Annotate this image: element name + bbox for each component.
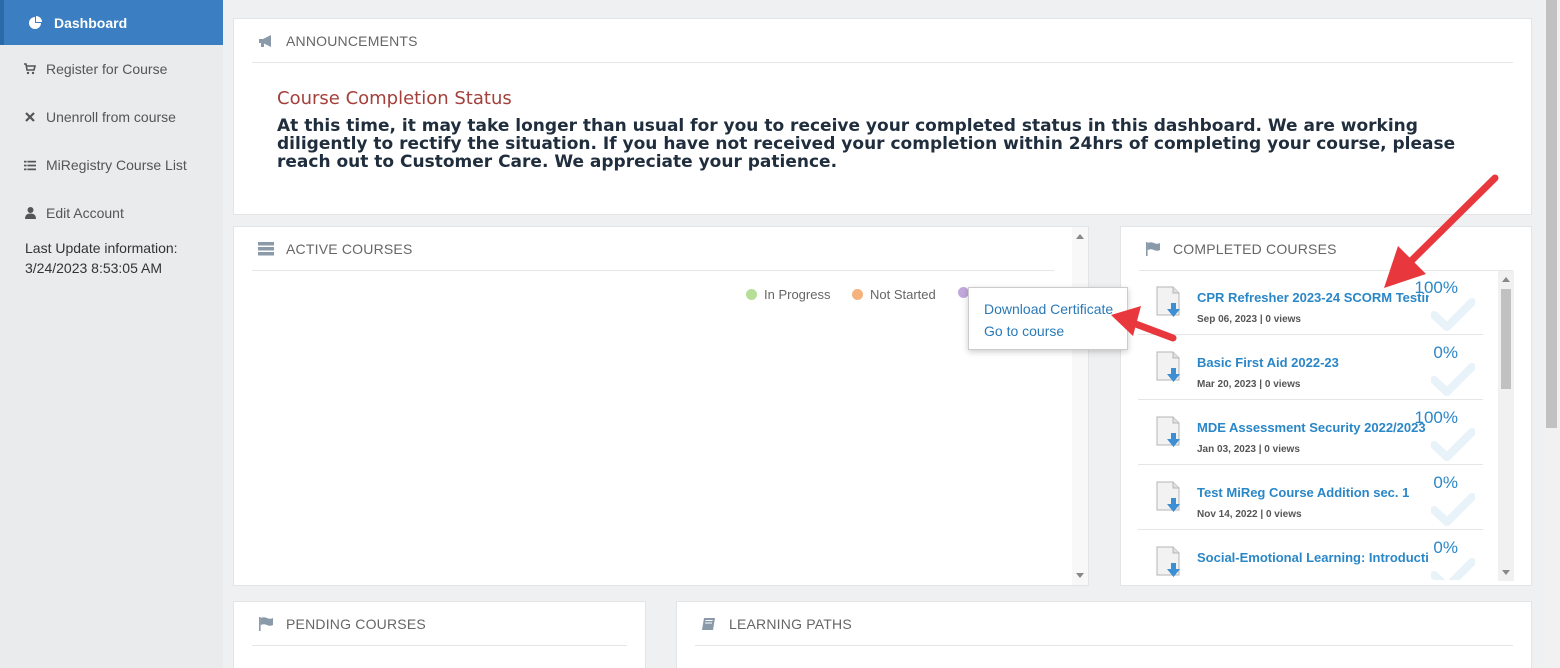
checkmark-icon xyxy=(1430,428,1476,462)
scroll-up-arrow[interactable] xyxy=(1502,277,1510,282)
legend-in-progress: In Progress xyxy=(746,287,830,302)
course-name-link[interactable]: Social-Emotional Learning: Introduction xyxy=(1197,550,1429,565)
close-icon xyxy=(24,111,36,123)
completion-percent: 100% xyxy=(1414,408,1458,427)
legend-label: Not Started xyxy=(870,287,936,302)
completed-course-row[interactable]: Basic First Aid 2022-23 Mar 20, 2023 | 0 … xyxy=(1138,335,1483,400)
legend-label: In Progress xyxy=(764,287,831,302)
last-update-info: Last Update information: 3/24/2023 8:53:… xyxy=(25,238,178,278)
pending-courses-header: PENDING COURSES xyxy=(252,602,627,646)
course-name-link[interactable]: CPR Refresher 2023-24 SCORM Testing xyxy=(1197,290,1429,305)
course-views: 0 views xyxy=(1264,444,1300,455)
document-download-icon xyxy=(1156,546,1182,578)
completion-percent: 0% xyxy=(1433,538,1458,557)
completion-percent: 0% xyxy=(1433,473,1458,492)
course-date: Nov 14, 2022 xyxy=(1197,509,1258,520)
sidebar-item-unenroll[interactable]: Unenroll from course xyxy=(0,106,223,128)
last-update-value: 3/24/2023 8:53:05 AM xyxy=(25,260,162,276)
course-meta: Jan 03, 2023 | 0 views xyxy=(1197,444,1300,455)
flag-icon xyxy=(259,616,273,631)
completed-course-row[interactable]: Social-Emotional Learning: Introduction 0… xyxy=(1138,530,1483,580)
completion-percent: 0% xyxy=(1433,343,1458,362)
announcement-body: At this time, it may take longer than us… xyxy=(277,116,1456,172)
cart-icon xyxy=(24,63,36,75)
course-views: 0 views xyxy=(1265,314,1301,325)
page-scrollbar[interactable] xyxy=(1543,0,1560,668)
completed-course-row[interactable]: Test MiReg Course Addition sec. 1 Nov 14,… xyxy=(1138,465,1483,530)
scroll-down-arrow[interactable] xyxy=(1076,573,1084,578)
go-to-course-menu-item[interactable]: Go to course xyxy=(984,323,1064,339)
course-views: 0 views xyxy=(1265,509,1302,520)
sidebar-item-edit-account[interactable]: Edit Account xyxy=(0,202,223,224)
course-meta: Nov 14, 2022 | 0 views xyxy=(1197,509,1302,520)
sidebar-item-label: MiRegistry Course List xyxy=(46,157,187,173)
legend-not-started: Not Started xyxy=(852,287,936,302)
completed-courses-scrollbar[interactable] xyxy=(1498,271,1514,581)
course-name-link[interactable]: Basic First Aid 2022-23 xyxy=(1197,355,1429,370)
document-download-icon xyxy=(1156,481,1182,513)
learning-paths-panel: LEARNING PATHS xyxy=(676,601,1532,668)
course-context-menu: Download Certificate Go to course xyxy=(968,287,1128,350)
announcement-heading: Course Completion Status xyxy=(277,88,512,109)
completion-percent: 100% xyxy=(1414,278,1458,297)
completed-scrollbar-thumb[interactable] xyxy=(1501,289,1511,389)
completed-courses-title: COMPLETED COURSES xyxy=(1173,240,1337,257)
pie-chart-icon xyxy=(29,15,42,29)
server-icon xyxy=(258,241,274,255)
sidebar-item-label: Register for Course xyxy=(46,61,168,77)
checkmark-icon xyxy=(1430,493,1476,527)
announcements-title: ANNOUNCEMENTS xyxy=(286,32,418,49)
sidebar-item-register[interactable]: Register for Course xyxy=(0,58,223,80)
announcements-panel: ANNOUNCEMENTS Course Completion Status A… xyxy=(233,18,1532,215)
page-scrollbar-thumb[interactable] xyxy=(1546,0,1557,428)
last-update-label: Last Update information: xyxy=(25,240,178,256)
learning-paths-title: LEARNING PATHS xyxy=(729,615,852,632)
announcements-header: ANNOUNCEMENTS xyxy=(252,19,1513,63)
completed-course-row[interactable]: MDE Assessment Security 2022/2023 Jan 03,… xyxy=(1138,400,1483,465)
flag-icon xyxy=(1146,241,1160,256)
legend-swatch xyxy=(746,289,757,300)
completed-courses-header: COMPLETED COURSES xyxy=(1139,227,1513,271)
scroll-up-arrow[interactable] xyxy=(1076,234,1084,239)
legend-swatch xyxy=(852,289,863,300)
checkmark-icon xyxy=(1430,363,1476,397)
sidebar-item-label: Edit Account xyxy=(46,205,124,221)
completed-courses-list: CPR Refresher 2023-24 SCORM Testing Sep 0… xyxy=(1138,270,1498,580)
user-icon xyxy=(24,207,36,219)
sidebar-item-course-list[interactable]: MiRegistry Course List xyxy=(0,154,223,176)
active-courses-panel: ACTIVE COURSES In Progress Not Started xyxy=(233,226,1089,586)
course-meta: Mar 20, 2023 | 0 views xyxy=(1197,379,1301,390)
megaphone-icon xyxy=(259,34,271,47)
course-views: 0 views xyxy=(1264,379,1301,390)
pending-courses-title: PENDING COURSES xyxy=(286,615,426,632)
document-download-icon xyxy=(1156,416,1182,448)
course-date: Mar 20, 2023 xyxy=(1197,379,1257,390)
pending-courses-panel: PENDING COURSES xyxy=(233,601,646,668)
document-download-icon xyxy=(1156,351,1182,383)
active-courses-header: ACTIVE COURSES xyxy=(252,227,1054,271)
document-download-icon xyxy=(1156,286,1182,318)
active-courses-title: ACTIVE COURSES xyxy=(286,240,413,257)
course-date: Sep 06, 2023 xyxy=(1197,314,1258,325)
download-certificate-menu-item[interactable]: Download Certificate xyxy=(984,301,1113,317)
list-icon xyxy=(24,159,36,171)
course-name-link[interactable]: Test MiReg Course Addition sec. 1 xyxy=(1197,485,1429,500)
sidebar-item-dashboard[interactable]: Dashboard xyxy=(0,0,223,45)
course-meta: Sep 06, 2023 | 0 views xyxy=(1197,314,1301,325)
completed-course-row[interactable]: CPR Refresher 2023-24 SCORM Testing Sep 0… xyxy=(1138,270,1483,335)
scroll-down-arrow[interactable] xyxy=(1502,570,1510,575)
active-courses-scrollbar[interactable] xyxy=(1072,227,1088,585)
sidebar-item-label: Unenroll from course xyxy=(46,109,176,125)
checkmark-icon xyxy=(1430,298,1476,332)
learning-paths-header: LEARNING PATHS xyxy=(695,602,1513,646)
book-icon xyxy=(702,617,715,630)
checkmark-icon xyxy=(1430,558,1476,580)
course-name-link[interactable]: MDE Assessment Security 2022/2023 xyxy=(1197,420,1429,435)
sidebar: Dashboard Register for Course Unenroll f… xyxy=(0,0,223,668)
sidebar-item-label: Dashboard xyxy=(54,14,128,31)
course-date: Jan 03, 2023 xyxy=(1197,444,1256,455)
